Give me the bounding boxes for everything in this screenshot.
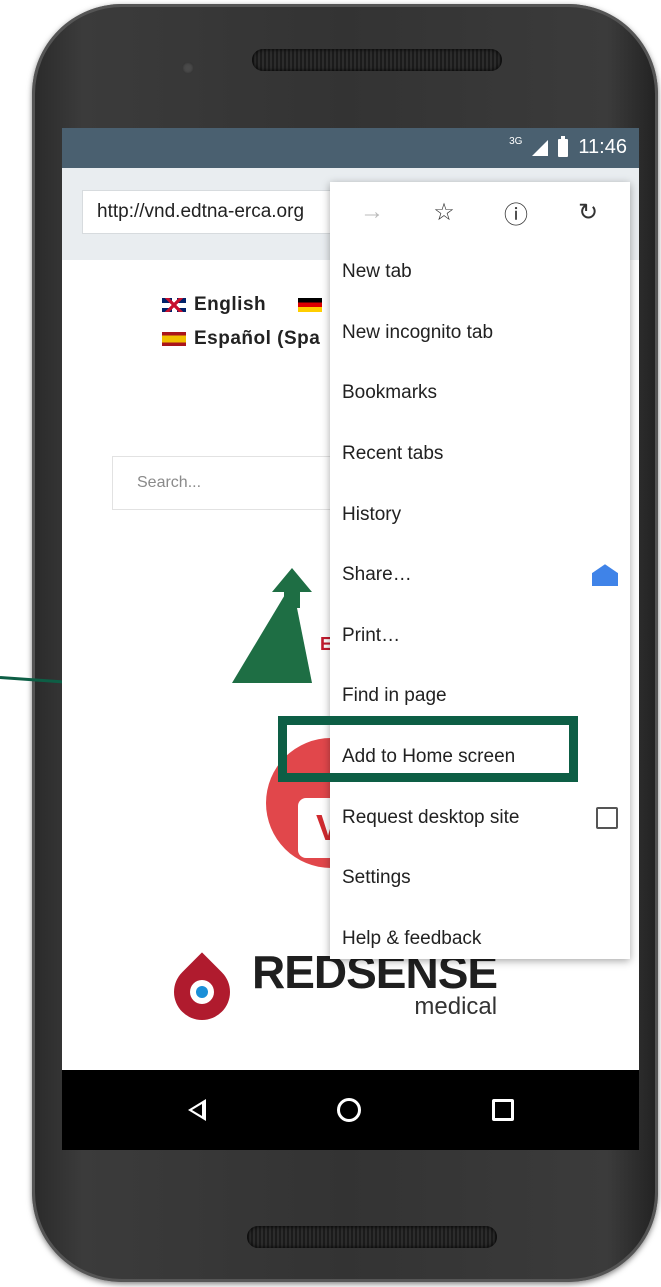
desktop-site-checkbox[interactable] [596,806,618,829]
menu-item-request-desktop-site[interactable]: Request desktop site [330,787,630,848]
add-to-home-highlight-box [278,716,578,782]
menu-item-settings[interactable]: Settings [330,848,630,909]
menu-item-new-tab[interactable]: New tab [330,242,630,303]
menu-item-new-incognito-tab[interactable]: New incognito tab [330,303,630,364]
language-switcher: English Español (Spa [162,288,323,356]
recent-apps-icon[interactable] [491,1099,514,1121]
menu-item-bookmarks[interactable]: Bookmarks [330,363,630,424]
menu-icon-row: → ☆ ⓘ ↻ [330,182,630,242]
back-icon[interactable] [187,1099,206,1121]
lang-spanish[interactable]: Español (Spa [194,328,320,350]
android-nav-bar [62,1070,639,1150]
menu-item-share[interactable]: Share… [330,545,630,606]
redsense-sub: medical [414,993,498,1020]
uk-flag-icon [162,298,186,312]
top-speaker [252,49,502,71]
home-icon[interactable] [336,1098,361,1122]
camera-lens [182,62,194,74]
status-time: 11:46 [578,136,627,158]
spain-flag-icon [162,332,186,346]
battery-icon [558,135,569,157]
status-bar: 3G 11:46 [62,128,639,168]
inbox-share-icon[interactable] [592,564,618,587]
menu-item-help-feedback[interactable]: Help & feedback [330,909,630,970]
menu-item-recent-tabs[interactable]: Recent tabs [330,424,630,485]
lang-english[interactable]: English [194,294,266,316]
phone-screen: 3G 11:46 http://vnd.edtna-erca.org Engli… [62,128,639,1150]
german-flag-icon[interactable] [298,298,323,312]
menu-item-print[interactable]: Print… [330,606,630,667]
signal-icon [532,139,549,156]
network-type: 3G [509,136,523,147]
menu-item-history[interactable]: History [330,484,630,545]
info-icon[interactable]: ⓘ [496,195,536,230]
bottom-speaker [247,1226,497,1248]
bookmark-star-icon[interactable]: ☆ [424,198,464,227]
browser-overflow-menu: → ☆ ⓘ ↻ New tab New incognito tab Bookma… [330,182,630,959]
redsense-drop-icon [162,952,242,1032]
forward-icon[interactable]: → [352,198,392,226]
reload-icon[interactable]: ↻ [568,198,608,227]
